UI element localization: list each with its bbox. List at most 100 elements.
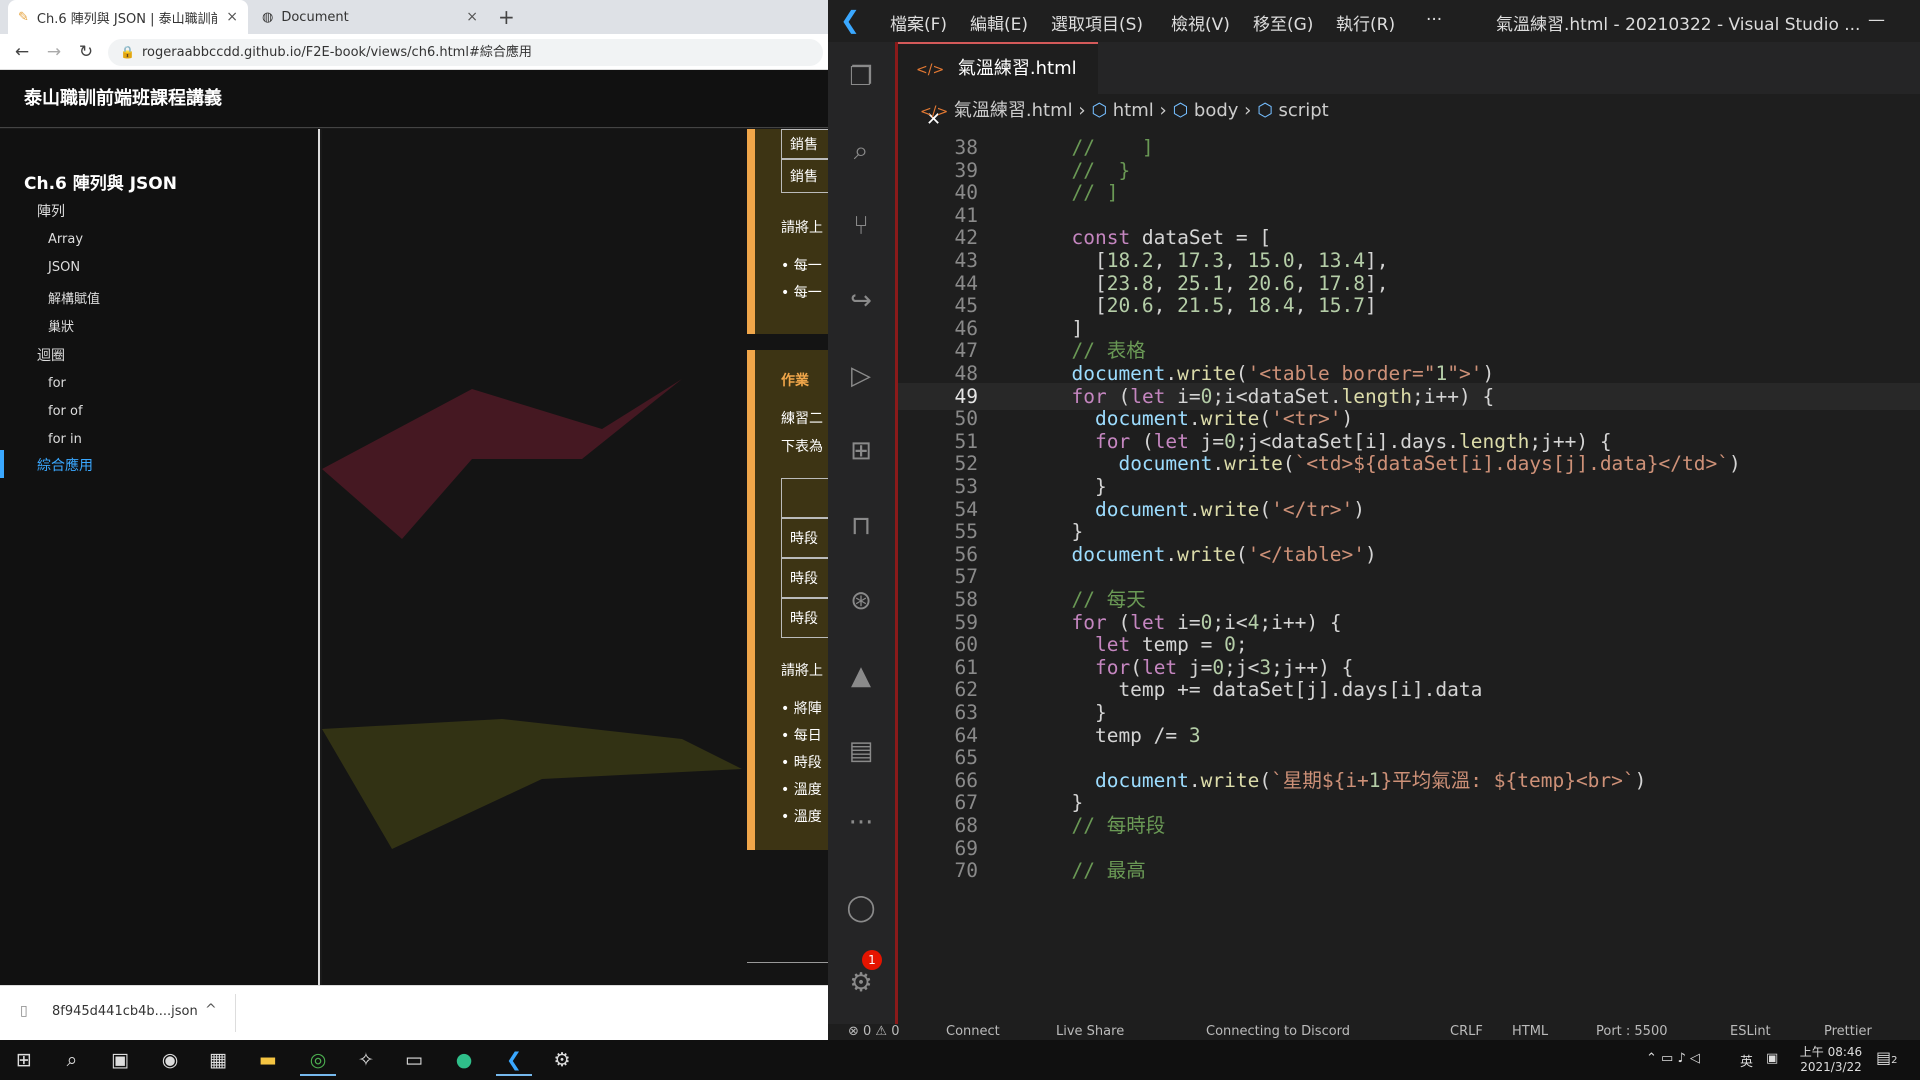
account-icon[interactable]: ◯ [840, 887, 882, 929]
windows-start-icon[interactable]: ⊞ [6, 1044, 42, 1076]
tray-icons[interactable]: ⌃ ▭ ♪ ◁ [1646, 1051, 1700, 1066]
chapter-title[interactable]: Ch.6 陣列與 JSON [24, 169, 177, 194]
terminal-icon[interactable]: ▭ [396, 1044, 432, 1076]
chrome-icon[interactable]: ◎ [300, 1044, 336, 1076]
live-share-icon[interactable]: ↪ [840, 280, 882, 322]
homework-box: 作業 練習二 下表為 時段 時段 時段 請將上 • 將陣 • 每日 • 時段 •… [747, 350, 828, 850]
forward-icon[interactable]: → [42, 40, 66, 64]
close-tab-icon[interactable]: × [226, 9, 238, 25]
breadcrumb-item[interactable]: html [1113, 100, 1154, 121]
table-cell: 時段 [781, 598, 828, 638]
language-status[interactable]: HTML [1512, 1024, 1548, 1040]
breadcrumb-item[interactable]: script [1279, 100, 1329, 121]
menu-file[interactable]: 檔案(F) [890, 10, 947, 35]
new-tab-button[interactable]: + [498, 5, 515, 29]
minimize-button[interactable]: — [1868, 10, 1885, 30]
sidebar-group-loop[interactable]: 迴圈 [37, 345, 65, 365]
html-file-icon: </> [916, 62, 945, 78]
port-status[interactable]: Port : 5500 [1596, 1024, 1668, 1040]
menu-edit[interactable]: 編輯(E) [970, 10, 1028, 35]
clock[interactable]: 上午 08:46 2021/3/22 [1796, 1043, 1866, 1074]
git-graph-icon[interactable]: ⊛ [840, 580, 882, 622]
eol-status[interactable]: CRLF [1450, 1024, 1483, 1040]
app-icon[interactable]: ● [446, 1044, 482, 1076]
url-text: rogeraabbccdd.github.io/F2E-book/views/c… [142, 45, 532, 60]
app-icon[interactable]: ✧ [348, 1044, 384, 1076]
chevron-right-icon: › [1078, 100, 1092, 121]
explorer-icon[interactable]: ❐ [840, 56, 882, 98]
vscode-icon[interactable]: ❮ [496, 1044, 532, 1076]
azure-icon[interactable]: ▲ [840, 655, 882, 697]
breadcrumb: </> 氣溫練習.html › ⬡ html › ⬡ body › ⬡ scri… [898, 94, 1920, 128]
obs-icon[interactable]: ◉ [152, 1044, 188, 1076]
divider [235, 994, 236, 1032]
source-control-icon[interactable]: ⑂ [840, 205, 882, 247]
homework-text: 練習二 [781, 411, 823, 427]
app-icon[interactable]: ▦ [200, 1044, 236, 1076]
sidebar-item-destructuring[interactable]: 解構賦值 [48, 288, 100, 307]
tip-box: 銷售 銷售 請將上 • 每一 • 每一 [747, 129, 828, 334]
sidebar-item-for-of[interactable]: for of [48, 404, 83, 419]
list-item: • 溫度 [781, 782, 822, 798]
sidebar-item-for-in[interactable]: for in [48, 432, 82, 447]
search-icon[interactable]: ⌕ [840, 130, 882, 172]
run-debug-icon[interactable]: ▷ [840, 355, 882, 397]
bookmark-icon[interactable]: ⊓ [840, 505, 882, 547]
eslint-status[interactable]: ESLint [1730, 1024, 1771, 1040]
ime-indicator[interactable]: 英 [1740, 1051, 1753, 1070]
menu-selection[interactable]: 選取項目(S) [1051, 10, 1143, 35]
sidebar-item-array[interactable]: Array [48, 232, 83, 247]
sidebar-item-active[interactable]: 綜合應用 [37, 455, 93, 475]
live-share-status[interactable]: Live Share [1056, 1024, 1124, 1040]
more-icon[interactable]: ··· [840, 802, 882, 844]
search-icon[interactable]: ⌕ [54, 1044, 90, 1076]
download-filename[interactable]: 8f945d441cb4b....json [52, 1004, 198, 1019]
table-cell: 銷售 [781, 129, 828, 159]
hint-text: 請將上 [781, 663, 823, 679]
close-tab-icon[interactable]: × [466, 9, 478, 25]
browser-tab[interactable]: ◍ Document × [252, 0, 488, 34]
pencil-icon: ✎ [18, 9, 29, 25]
notification-tray-icon[interactable]: ▣ [1766, 1051, 1778, 1066]
sidebar-item-for[interactable]: for [48, 376, 66, 391]
menu-go[interactable]: 移至(G) [1253, 10, 1313, 35]
editor-area: </> 氣溫練習.html ✕ </> 氣溫練習.html › ⬡ html ›… [895, 42, 1920, 1024]
vscode-window: ❮ 檔案(F) 編輯(E) 選取項目(S) 檢視(V) 移至(G) 執行(R) … [828, 0, 1920, 1040]
discord-status[interactable]: Connecting to Discord [1206, 1024, 1350, 1040]
html-file-icon: </> [920, 104, 949, 120]
connect-status[interactable]: Connect [946, 1024, 1000, 1040]
problems-status[interactable]: ⊗ 0 ⚠ 0 [848, 1024, 900, 1040]
browser-tab-active[interactable]: ✎ Ch.6 陣列與 JSON | 泰山職訓前 × [8, 0, 248, 34]
sidebar-item-json[interactable]: JSON [48, 260, 80, 275]
prettier-status[interactable]: Prettier [1824, 1024, 1872, 1040]
menu-view[interactable]: 檢視(V) [1171, 10, 1230, 35]
task-view-icon[interactable]: ▣ [102, 1044, 138, 1076]
browser-tab-title: Document [281, 9, 349, 25]
menu-run[interactable]: 執行(R) [1336, 10, 1395, 35]
breadcrumb-item[interactable]: 氣溫練習.html [954, 100, 1073, 121]
code-text[interactable]: // 最高 [1048, 857, 1145, 885]
title-bar: ❮ 檔案(F) 編輯(E) 選取項目(S) 檢視(V) 移至(G) 執行(R) … [828, 0, 1920, 42]
reload-icon[interactable]: ↻ [74, 40, 98, 64]
list-item: • 將陣 [781, 701, 822, 717]
activity-bar: ❐ ⌕ ⑂ ↪ ▷ ⊞ ⊓ ⊛ ▲ ▤ ··· ◯ 1 ⚙ [828, 42, 895, 1024]
file-explorer-icon[interactable]: ▬ [250, 1044, 286, 1076]
back-icon[interactable]: ← [10, 40, 34, 64]
gear-icon[interactable]: ⚙ [840, 962, 882, 1004]
browser-window: ✎ Ch.6 陣列與 JSON | 泰山職訓前 × ◍ Document × +… [0, 0, 828, 1040]
code-editor[interactable]: 38 // ] 39 // } 40 // ] 41 42 const dataSet … [898, 128, 1920, 1024]
breadcrumb-item[interactable]: body [1194, 100, 1239, 121]
notes-icon[interactable]: ▤ [840, 730, 882, 772]
editor-tab[interactable]: </> 氣溫練習.html ✕ [898, 42, 1098, 130]
code-line[interactable]: 70 // 最高 [898, 857, 1920, 885]
settings-icon[interactable]: ⚙ [544, 1044, 580, 1076]
menu-more[interactable]: ··· [1426, 10, 1442, 30]
action-center-icon[interactable]: ▤2 [1876, 1048, 1898, 1067]
extensions-icon[interactable]: ⊞ [840, 430, 882, 472]
address-bar[interactable]: 🔒 rogeraabbccdd.github.io/F2E-book/views… [108, 39, 823, 66]
hint-text: 請將上 [781, 220, 823, 236]
sidebar-group-array[interactable]: 陣列 [37, 201, 65, 221]
sidebar-item-nested[interactable]: 巢狀 [48, 316, 74, 335]
site-title[interactable]: 泰山職訓前端班課程講義 [0, 70, 828, 128]
chevron-up-icon[interactable]: ^ [205, 1002, 217, 1018]
